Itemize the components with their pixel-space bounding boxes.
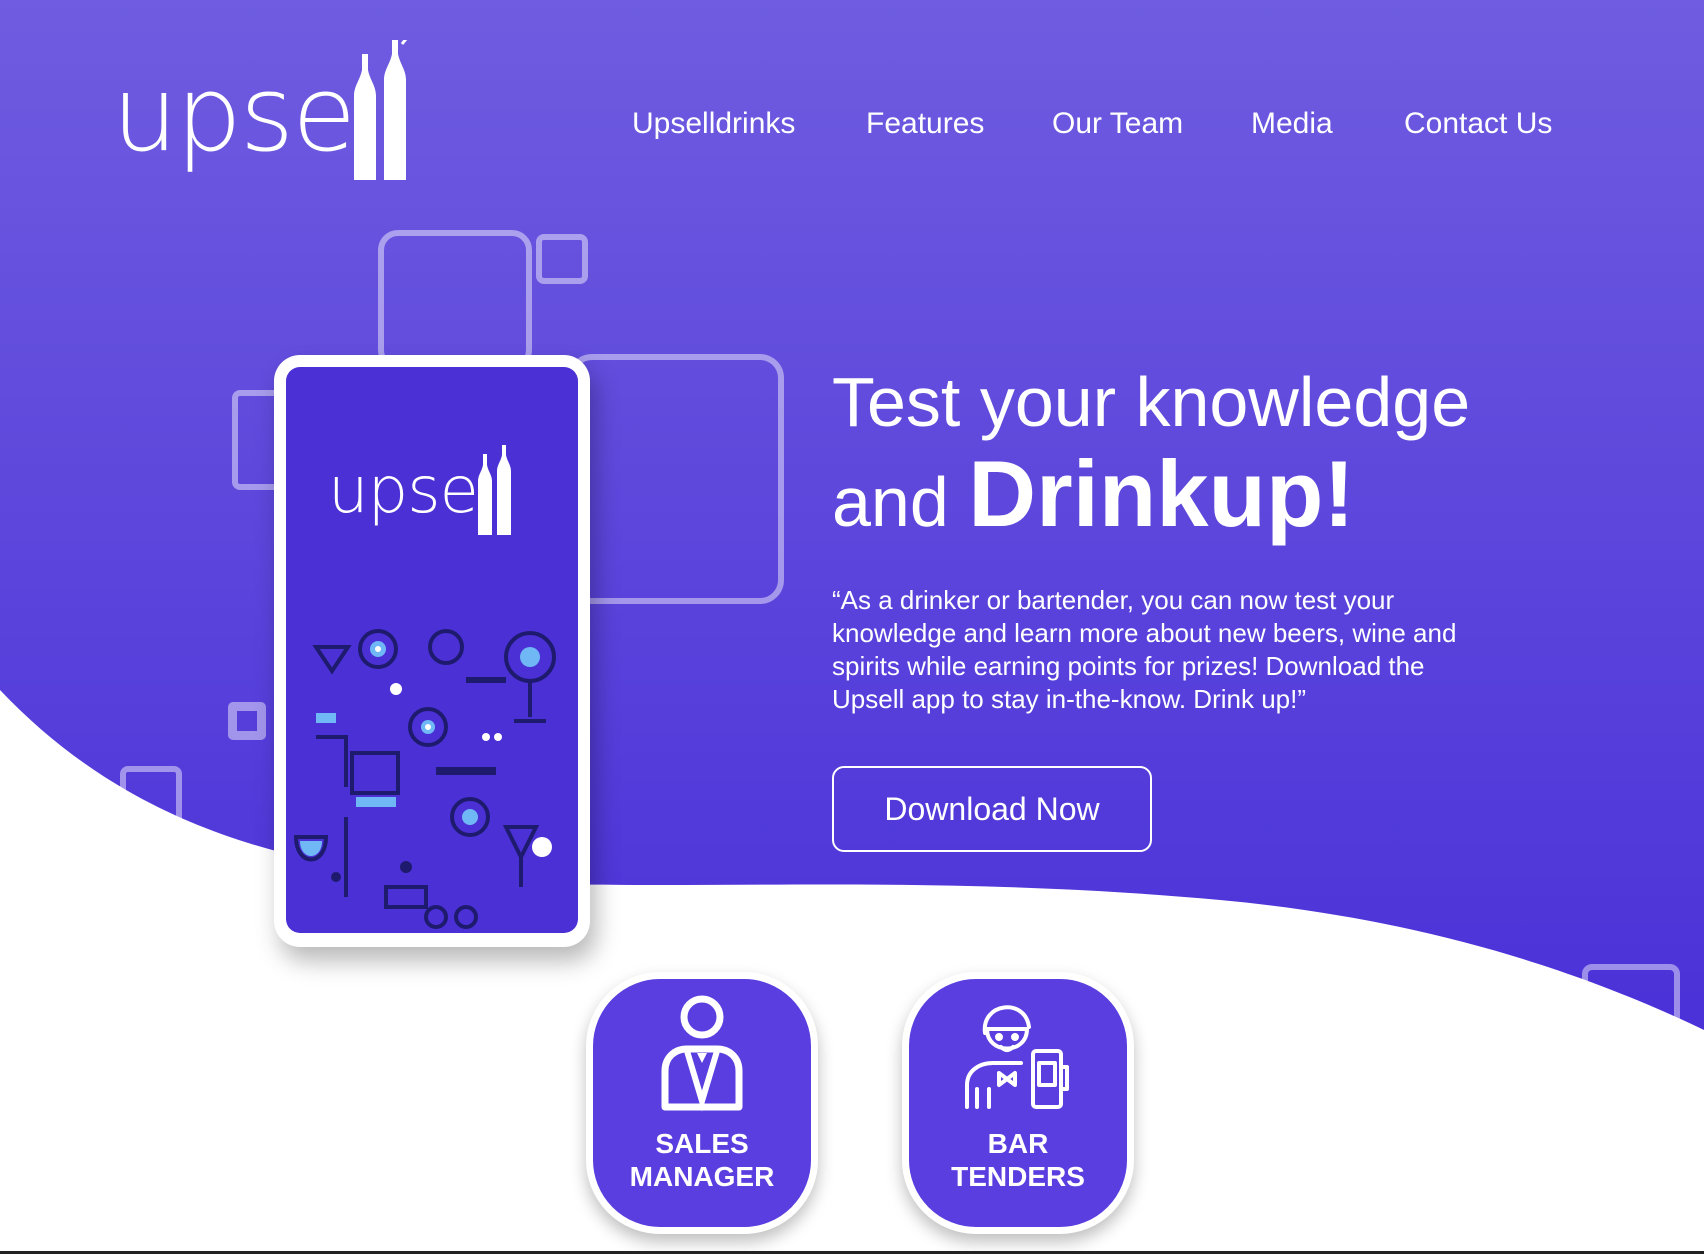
decor-square-bottom-left bbox=[120, 766, 182, 836]
decor-square-bottom-right bbox=[1582, 964, 1680, 1034]
phone-mockup: upse bbox=[274, 355, 590, 947]
download-now-button[interactable]: Download Now bbox=[832, 766, 1152, 852]
phone-logo-wordmark: upse bbox=[328, 454, 479, 528]
role-card-bartenders[interactable]: BAR TENDERS bbox=[902, 972, 1134, 1234]
decor-square-small-top bbox=[536, 234, 588, 284]
nav-features[interactable]: Features bbox=[866, 104, 984, 144]
decor-square-tiny-left bbox=[228, 702, 266, 740]
nav-our-team[interactable]: Our Team bbox=[1052, 104, 1183, 144]
headline-emphasis: Drinkup! bbox=[968, 441, 1355, 546]
hero-headline: Test your knowledge and Drinkup! bbox=[832, 360, 1592, 552]
nav-upselldrinks[interactable]: Upselldrinks bbox=[632, 104, 795, 144]
hero-quote: “As a drinker or bartender, you can now … bbox=[832, 585, 1457, 714]
sales-manager-icon bbox=[661, 995, 743, 1112]
role-label-line-1: BAR bbox=[987, 1128, 1049, 1159]
role-label-sales-manager: SALES MANAGER bbox=[593, 1127, 811, 1193]
nav-contact-us[interactable]: Contact Us bbox=[1404, 104, 1552, 144]
headline-line-2-prefix: and bbox=[832, 463, 969, 541]
phone-bottle-pair-icon bbox=[478, 445, 511, 535]
nav-media[interactable]: Media bbox=[1251, 104, 1333, 144]
role-card-sales-manager[interactable]: SALES MANAGER bbox=[586, 972, 818, 1234]
phone-screen: upse bbox=[286, 367, 578, 933]
decor-square-large-top bbox=[378, 230, 532, 370]
decor-square-wide-right bbox=[568, 354, 784, 604]
headline-line-2: and Drinkup! bbox=[832, 444, 1592, 552]
role-label-line-1: SALES bbox=[655, 1128, 749, 1159]
drink-machine-illustration bbox=[293, 629, 556, 929]
main-nav: Upselldrinks Features Our Team Media Con… bbox=[0, 104, 1704, 144]
role-label-bartenders: BAR TENDERS bbox=[909, 1127, 1127, 1193]
bartender-icon bbox=[965, 1005, 1069, 1109]
role-label-line-2: MANAGER bbox=[629, 1161, 775, 1192]
headline-line-1: Test your knowledge bbox=[832, 363, 1471, 441]
role-label-line-2: TENDERS bbox=[951, 1161, 1085, 1192]
